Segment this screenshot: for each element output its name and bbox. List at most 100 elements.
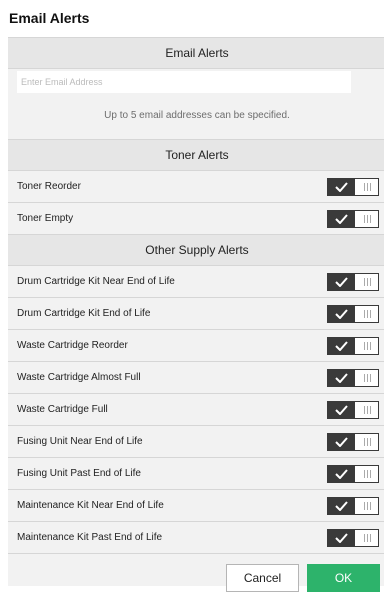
checkmark-icon	[335, 373, 348, 383]
grip-lines-icon	[361, 215, 373, 223]
alert-label: Toner Reorder	[17, 181, 81, 192]
grip-line	[363, 502, 365, 510]
grip-line	[366, 374, 368, 382]
checkmark-icon	[335, 341, 348, 351]
alert-row: Waste Cartridge Reorder	[8, 330, 384, 362]
grip-line	[369, 342, 371, 350]
grip-line	[366, 470, 368, 478]
alert-row: Toner Reorder	[8, 171, 384, 203]
grip-line	[366, 406, 368, 414]
grip-line	[369, 438, 371, 446]
toggle-knob	[328, 530, 355, 546]
grip-lines-icon	[361, 406, 373, 414]
toggle-knob	[328, 370, 355, 386]
grip-line	[366, 215, 368, 223]
toner-alerts-section-header: Toner Alerts	[8, 140, 384, 171]
alert-toggle[interactable]	[327, 497, 379, 515]
grip-line	[363, 215, 365, 223]
grip-line	[366, 502, 368, 510]
alert-row: Toner Empty	[8, 203, 384, 235]
alert-row: Waste Cartridge Full	[8, 394, 384, 426]
checkmark-icon	[335, 277, 348, 287]
grip-line	[369, 374, 371, 382]
grip-lines-icon	[361, 278, 373, 286]
alert-label: Waste Cartridge Almost Full	[17, 372, 141, 383]
grip-lines-icon	[361, 183, 373, 191]
alert-toggle[interactable]	[327, 337, 379, 355]
alert-label: Maintenance Kit Near End of Life	[17, 500, 164, 511]
toner-alerts-list: Toner Reorder Toner Empty	[8, 171, 384, 235]
grip-line	[366, 438, 368, 446]
grip-line	[363, 310, 365, 318]
grip-line	[369, 215, 371, 223]
alert-toggle[interactable]	[327, 529, 379, 547]
ok-button[interactable]: OK	[307, 564, 380, 592]
grip-line	[369, 534, 371, 542]
alert-toggle[interactable]	[327, 401, 379, 419]
checkmark-icon	[335, 182, 348, 192]
alert-toggle[interactable]	[327, 369, 379, 387]
grip-line	[363, 278, 365, 286]
alert-row: Fusing Unit Near End of Life	[8, 426, 384, 458]
grip-lines-icon	[361, 310, 373, 318]
cancel-button[interactable]: Cancel	[226, 564, 299, 592]
email-alerts-panel: Email Alerts Up to 5 email addresses can…	[8, 37, 384, 592]
alert-toggle[interactable]	[327, 465, 379, 483]
grip-line	[369, 278, 371, 286]
toggle-knob	[328, 402, 355, 418]
grip-line	[369, 310, 371, 318]
toggle-knob	[328, 274, 355, 290]
grip-line	[366, 183, 368, 191]
toggle-knob	[328, 211, 355, 227]
toggle-knob	[328, 498, 355, 514]
alert-label: Maintenance Kit Past End of Life	[17, 532, 163, 543]
alert-label: Fusing Unit Past End of Life	[17, 468, 141, 479]
checkmark-icon	[335, 533, 348, 543]
grip-lines-icon	[361, 374, 373, 382]
alert-label: Toner Empty	[17, 213, 74, 224]
grip-line	[366, 534, 368, 542]
grip-line	[363, 534, 365, 542]
grip-line	[366, 278, 368, 286]
grip-line	[366, 310, 368, 318]
alert-toggle[interactable]	[327, 305, 379, 323]
grip-lines-icon	[361, 502, 373, 510]
alert-label: Fusing Unit Near End of Life	[17, 436, 143, 447]
alert-label: Drum Cartridge Kit End of Life	[17, 308, 151, 319]
checkmark-icon	[335, 501, 348, 511]
alert-label: Waste Cartridge Reorder	[17, 340, 128, 351]
alert-toggle[interactable]	[327, 273, 379, 291]
toggle-knob	[328, 306, 355, 322]
alert-row: Maintenance Kit Near End of Life	[8, 490, 384, 522]
grip-line	[369, 470, 371, 478]
alert-row: Fusing Unit Past End of Life	[8, 458, 384, 490]
grip-line	[363, 406, 365, 414]
other-supply-alerts-list: Drum Cartridge Kit Near End of Life Drum…	[8, 266, 384, 554]
grip-line	[369, 502, 371, 510]
checkmark-icon	[335, 405, 348, 415]
alert-label: Waste Cartridge Full	[17, 404, 108, 415]
alert-label: Drum Cartridge Kit Near End of Life	[17, 276, 175, 287]
grip-lines-icon	[361, 470, 373, 478]
alert-row: Drum Cartridge Kit End of Life	[8, 298, 384, 330]
alert-toggle[interactable]	[327, 178, 379, 196]
grip-lines-icon	[361, 534, 373, 542]
checkmark-icon	[335, 214, 348, 224]
grip-lines-icon	[361, 438, 373, 446]
grip-line	[363, 183, 365, 191]
alert-toggle[interactable]	[327, 210, 379, 228]
email-address-input[interactable]	[17, 71, 351, 93]
grip-line	[366, 342, 368, 350]
grip-line	[363, 470, 365, 478]
grip-lines-icon	[361, 342, 373, 350]
page-title: Email Alerts	[9, 10, 90, 26]
toggle-knob	[328, 179, 355, 195]
other-supply-alerts-section-header: Other Supply Alerts	[8, 235, 384, 266]
toggle-knob	[328, 434, 355, 450]
alert-toggle[interactable]	[327, 433, 379, 451]
alert-row: Drum Cartridge Kit Near End of Life	[8, 266, 384, 298]
grip-line	[363, 342, 365, 350]
alert-row: Waste Cartridge Almost Full	[8, 362, 384, 394]
toggle-knob	[328, 338, 355, 354]
grip-line	[369, 406, 371, 414]
